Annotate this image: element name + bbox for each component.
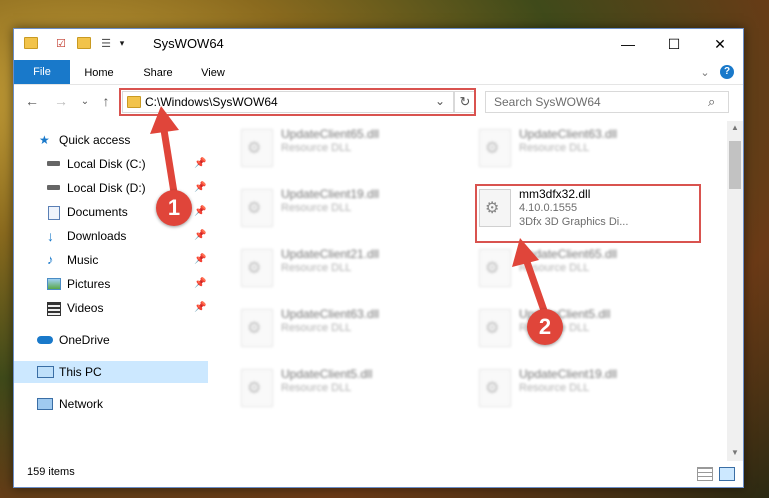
arrow-2-head [512, 238, 539, 267]
step-2-badge: 2 [527, 309, 563, 345]
step-1-badge: 1 [156, 190, 192, 226]
arrow-1-head [150, 106, 179, 134]
annotation-arrows [150, 106, 552, 324]
